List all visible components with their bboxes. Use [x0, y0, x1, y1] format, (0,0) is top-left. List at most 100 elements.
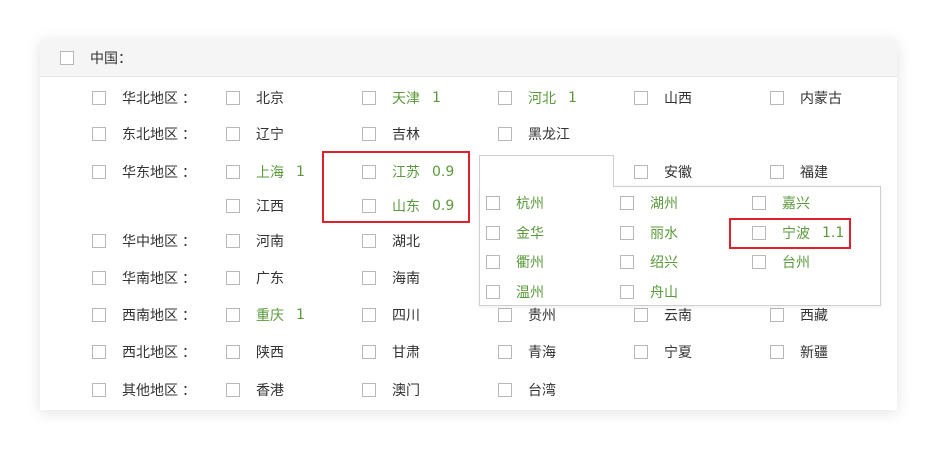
- province-内蒙古[interactable]: 内蒙古: [770, 88, 842, 108]
- checkbox[interactable]: [362, 199, 376, 213]
- checkbox[interactable]: [226, 91, 240, 105]
- city-绍兴[interactable]: 绍兴: [620, 252, 678, 272]
- checkbox[interactable]: [92, 127, 106, 141]
- checkbox[interactable]: [620, 255, 634, 269]
- checkbox[interactable]: [92, 165, 106, 179]
- checkbox[interactable]: [362, 234, 376, 248]
- checkbox[interactable]: [226, 345, 240, 359]
- checkbox[interactable]: [226, 165, 240, 179]
- checkbox[interactable]: [620, 285, 634, 299]
- province-广东[interactable]: 广东: [226, 268, 284, 288]
- region-checkbox-row[interactable]: 华东地区：: [92, 162, 196, 182]
- province-香港[interactable]: 香港: [226, 380, 284, 400]
- province-西藏[interactable]: 西藏: [770, 305, 828, 325]
- checkbox[interactable]: [770, 308, 784, 322]
- checkbox[interactable]: [226, 383, 240, 397]
- checkbox[interactable]: [362, 271, 376, 285]
- province-台湾[interactable]: 台湾: [498, 380, 556, 400]
- checkbox[interactable]: [92, 91, 106, 105]
- province-河北[interactable]: 河北 1: [498, 88, 577, 108]
- region-checkbox-row[interactable]: 华南地区：: [92, 268, 196, 288]
- checkbox[interactable]: [486, 196, 500, 210]
- checkbox[interactable]: [92, 234, 106, 248]
- province-贵州[interactable]: 贵州: [498, 305, 556, 325]
- region-checkbox-row[interactable]: 华中地区：: [92, 231, 196, 251]
- region-checkbox-row[interactable]: 其他地区：: [92, 380, 196, 400]
- checkbox[interactable]: [362, 345, 376, 359]
- province-云南[interactable]: 云南: [634, 305, 692, 325]
- city-衢州[interactable]: 衢州: [486, 252, 544, 272]
- country-checkbox-row[interactable]: 中国：: [60, 48, 132, 68]
- checkbox[interactable]: [226, 271, 240, 285]
- checkbox[interactable]: [620, 196, 634, 210]
- city-宁波[interactable]: 宁波 1.1: [752, 223, 844, 243]
- checkbox[interactable]: [634, 165, 648, 179]
- province-青海[interactable]: 青海: [498, 342, 556, 362]
- province-海南[interactable]: 海南: [362, 268, 420, 288]
- checkbox[interactable]: [752, 196, 766, 210]
- province-甘肃[interactable]: 甘肃: [362, 342, 420, 362]
- province-福建[interactable]: 福建: [770, 162, 828, 182]
- city-台州[interactable]: 台州: [752, 252, 810, 272]
- city-温州[interactable]: 温州: [486, 282, 544, 302]
- city-杭州[interactable]: 杭州: [486, 193, 544, 213]
- checkbox[interactable]: [92, 345, 106, 359]
- region-checkbox-row[interactable]: 华北地区：: [92, 88, 196, 108]
- checkbox[interactable]: [226, 199, 240, 213]
- province-北京[interactable]: 北京: [226, 88, 284, 108]
- checkbox[interactable]: [226, 127, 240, 141]
- province-吉林[interactable]: 吉林: [362, 124, 420, 144]
- checkbox[interactable]: [92, 383, 106, 397]
- province-天津[interactable]: 天津 1: [362, 88, 441, 108]
- province-上海[interactable]: 上海 1: [226, 162, 305, 182]
- checkbox[interactable]: [486, 226, 500, 240]
- checkbox[interactable]: [362, 127, 376, 141]
- checkbox[interactable]: [362, 165, 376, 179]
- checkbox[interactable]: [752, 226, 766, 240]
- province-四川[interactable]: 四川: [362, 305, 420, 325]
- province-辽宁[interactable]: 辽宁: [226, 124, 284, 144]
- region-checkbox-row[interactable]: 西北地区：: [92, 342, 196, 362]
- checkbox[interactable]: [362, 383, 376, 397]
- province-宁夏[interactable]: 宁夏: [634, 342, 692, 362]
- checkbox[interactable]: [498, 308, 512, 322]
- city-嘉兴[interactable]: 嘉兴: [752, 193, 810, 213]
- checkbox[interactable]: [634, 345, 648, 359]
- checkbox[interactable]: [92, 271, 106, 285]
- checkbox[interactable]: [362, 308, 376, 322]
- province-山东[interactable]: 山东 0.9: [362, 196, 454, 216]
- province-安徽[interactable]: 安徽: [634, 162, 692, 182]
- checkbox[interactable]: [226, 308, 240, 322]
- province-江西[interactable]: 江西: [226, 196, 284, 216]
- checkbox[interactable]: [60, 51, 74, 65]
- province-湖北[interactable]: 湖北: [362, 231, 420, 251]
- province-澳门[interactable]: 澳门: [362, 380, 420, 400]
- checkbox[interactable]: [226, 234, 240, 248]
- checkbox[interactable]: [770, 91, 784, 105]
- province-江苏[interactable]: 江苏 0.9: [362, 162, 454, 182]
- province-新疆[interactable]: 新疆: [770, 342, 828, 362]
- region-checkbox-row[interactable]: 西南地区：: [92, 305, 196, 325]
- checkbox[interactable]: [498, 345, 512, 359]
- province-陕西[interactable]: 陕西: [226, 342, 284, 362]
- checkbox[interactable]: [770, 165, 784, 179]
- region-checkbox-row[interactable]: 东北地区：: [92, 124, 196, 144]
- checkbox[interactable]: [498, 383, 512, 397]
- province-河南[interactable]: 河南: [226, 231, 284, 251]
- city-湖州[interactable]: 湖州: [620, 193, 678, 213]
- province-黑龙江[interactable]: 黑龙江: [498, 124, 570, 144]
- checkbox[interactable]: [770, 345, 784, 359]
- checkbox[interactable]: [752, 255, 766, 269]
- city-丽水[interactable]: 丽水: [620, 223, 678, 243]
- city-金华[interactable]: 金华: [486, 223, 544, 243]
- checkbox[interactable]: [92, 308, 106, 322]
- city-舟山[interactable]: 舟山: [620, 282, 678, 302]
- checkbox[interactable]: [634, 91, 648, 105]
- checkbox[interactable]: [486, 255, 500, 269]
- checkbox[interactable]: [498, 127, 512, 141]
- checkbox[interactable]: [620, 226, 634, 240]
- checkbox[interactable]: [634, 308, 648, 322]
- province-重庆[interactable]: 重庆 1: [226, 305, 305, 325]
- checkbox[interactable]: [486, 285, 500, 299]
- checkbox[interactable]: [498, 91, 512, 105]
